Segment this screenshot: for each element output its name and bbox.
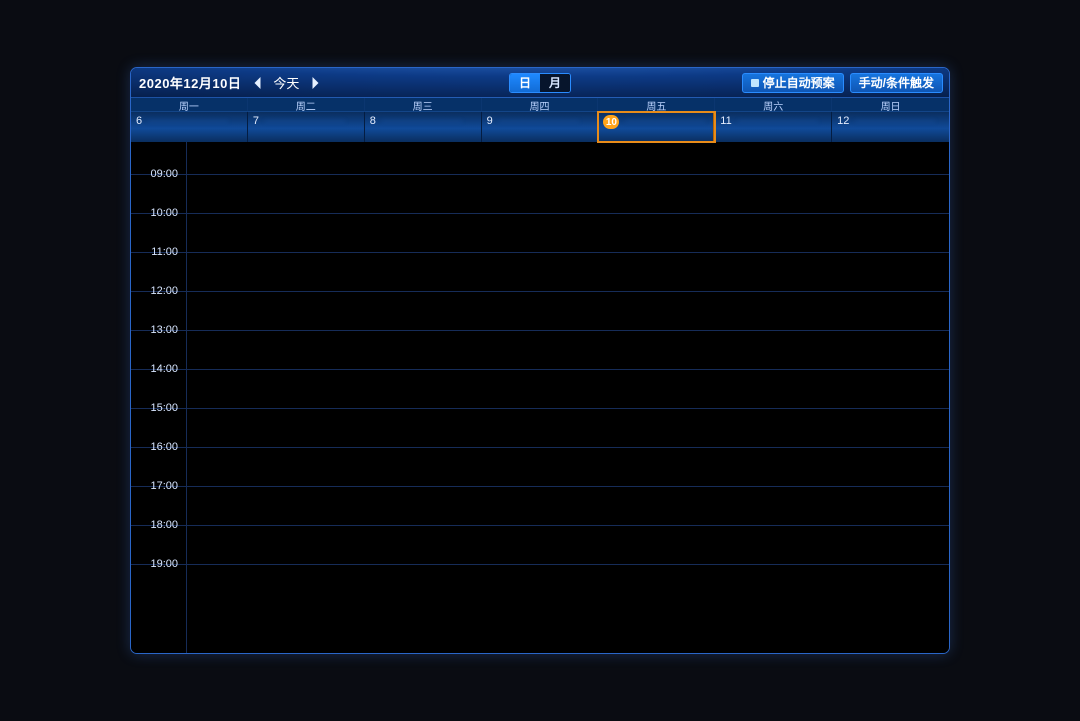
date-cells-row: 6 ———————— 7 ———————— 8 ———————— 9 ———————— 10 ——… — [131, 112, 949, 142]
next-week-button[interactable] — [307, 74, 323, 92]
prev-week-button[interactable] — [249, 74, 265, 92]
time-label: 14:00 — [150, 363, 178, 375]
manual-trigger-label: 手动/条件触发 — [859, 74, 934, 91]
time-label: 17:00 — [150, 480, 178, 492]
hour-gridline — [187, 486, 949, 487]
calendar-body: 09:00 10:00 11:00 12:00 13:00 14:00 15:00 16:00… — [131, 142, 949, 653]
weekday-header-row: 周一周二周三周四周五周六周日 — [131, 98, 949, 112]
date-number: 6 — [136, 115, 142, 127]
view-toggle: 日 月 — [509, 73, 571, 93]
today-button[interactable]: 今天 — [273, 73, 299, 92]
toolbar: 2020年12月10日 今天 日 月 停止自动预案 手动/条件触发 — [131, 68, 949, 98]
hour-gridline — [187, 252, 949, 253]
time-axis-column: 09:00 10:00 11:00 12:00 13:00 14:00 15:00 16:00… — [131, 142, 187, 653]
view-day-tab[interactable]: 日 — [510, 74, 540, 92]
time-label: 13:00 — [150, 324, 178, 336]
time-label: 19:00 — [150, 558, 178, 570]
weekday-header-cell: 周六 — [715, 98, 832, 113]
stop-icon — [751, 79, 759, 87]
date-number: 11 — [720, 115, 731, 127]
date-number: 8 — [370, 115, 376, 127]
weekday-header-cell: 周五 — [598, 98, 715, 113]
manual-trigger-button[interactable]: 手动/条件触发 — [850, 73, 943, 93]
weekday-header-cell: 周日 — [832, 98, 949, 113]
date-cell-today[interactable]: 10 ———————— — [598, 112, 715, 142]
date-cell-subtext: ———————— — [382, 116, 462, 127]
stop-auto-plan-label: 停止自动预案 — [763, 74, 835, 91]
weekday-header-cell: 周二 — [248, 98, 365, 113]
hour-gridline — [187, 330, 949, 331]
date-cell[interactable]: 11 ———————— — [715, 112, 832, 142]
time-label: 16:00 — [150, 441, 178, 453]
date-number: 10 — [603, 115, 619, 129]
hour-gridline — [187, 369, 949, 370]
stop-auto-plan-button[interactable]: 停止自动预案 — [742, 73, 844, 93]
date-number: 12 — [837, 115, 849, 127]
view-month-tab[interactable]: 月 — [540, 74, 570, 92]
chevron-left-icon — [252, 76, 263, 90]
weekday-header-cell: 周四 — [482, 98, 599, 113]
weekday-header-cell: 周三 — [365, 98, 482, 113]
weekday-header-cell: 周一 — [131, 98, 248, 113]
date-cell-subtext: ———————— — [265, 116, 345, 127]
calendar-panel: 2020年12月10日 今天 日 月 停止自动预案 手动/条件触发 周一周二周三… — [130, 67, 950, 654]
current-date-label: 2020年12月10日 — [137, 73, 241, 92]
date-cell[interactable]: 8 ———————— — [365, 112, 482, 142]
hour-gridline — [187, 174, 949, 175]
toolbar-right-group: 停止自动预案 手动/条件触发 — [742, 73, 943, 93]
time-label: 09:00 — [150, 168, 178, 180]
date-cell-subtext: ———————— — [738, 116, 818, 127]
date-number: 7 — [253, 115, 259, 127]
time-label: 15:00 — [150, 402, 178, 414]
date-cell[interactable]: 7 ———————— — [248, 112, 365, 142]
time-label: 18:00 — [150, 519, 178, 531]
date-number: 9 — [487, 115, 493, 127]
date-cell-subtext: ———————— — [499, 116, 579, 127]
date-cell[interactable]: 6 ———————— — [131, 112, 248, 142]
schedule-grid[interactable] — [187, 142, 949, 653]
date-cell-subtext: ———————— — [855, 116, 935, 127]
time-label: 11:00 — [151, 246, 178, 258]
hour-gridline — [187, 447, 949, 448]
hour-gridline — [187, 564, 949, 565]
date-cell[interactable]: 9 ———————— — [482, 112, 599, 142]
date-cell-subtext: ———————— — [625, 116, 705, 127]
time-label: 12:00 — [150, 285, 178, 297]
hour-gridline — [187, 291, 949, 292]
hour-gridline — [187, 213, 949, 214]
date-cell[interactable]: 12 ———————— — [832, 112, 949, 142]
date-cell-subtext: ———————— — [148, 116, 228, 127]
hour-gridline — [187, 408, 949, 409]
chevron-right-icon — [310, 76, 321, 90]
hour-gridline — [187, 525, 949, 526]
time-label: 10:00 — [150, 207, 178, 219]
